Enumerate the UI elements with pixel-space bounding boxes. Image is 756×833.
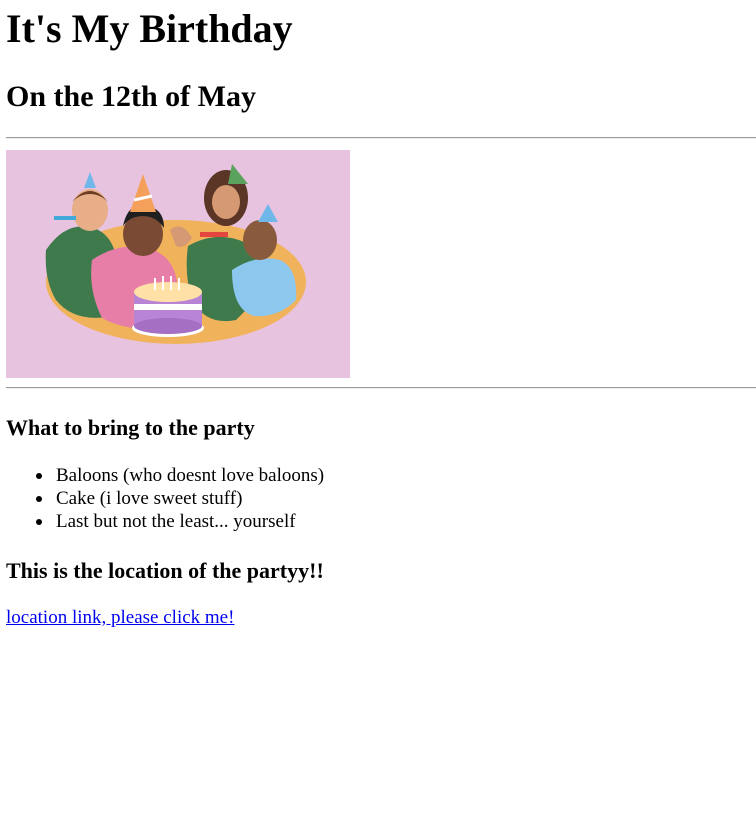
divider-top — [6, 137, 756, 139]
list-item: Baloons (who doesnt love baloons) — [36, 464, 325, 487]
list-item-text: Last but not the least... yourself — [56, 511, 296, 532]
page-subtitle: On the 12th of May — [6, 80, 256, 113]
bullet-icon — [36, 496, 42, 502]
page-title: It's My Birthday — [6, 6, 293, 51]
list-item-text: Cake (i love sweet stuff) — [56, 488, 243, 509]
location-link[interactable]: location link, please click me! — [6, 606, 234, 629]
page: It's My Birthday On the 12th of May What… — [0, 0, 756, 833]
location-heading: This is the location of the partyy!! — [6, 558, 324, 583]
list-item: Cake (i love sweet stuff) — [36, 487, 324, 510]
divider-bottom — [6, 387, 756, 389]
bring-heading: What to bring to the party — [6, 415, 255, 440]
birthday-illustration — [45, 164, 306, 344]
bullet-icon — [36, 519, 42, 525]
bring-list: Baloons (who doesnt love baloons) Cake (… — [6, 464, 324, 533]
bullet-icon — [36, 473, 42, 479]
list-item: Last but not the least... yourself — [36, 510, 324, 533]
list-item-text: Baloons (who doesnt love baloons) — [56, 465, 325, 486]
hero-image — [6, 150, 350, 378]
